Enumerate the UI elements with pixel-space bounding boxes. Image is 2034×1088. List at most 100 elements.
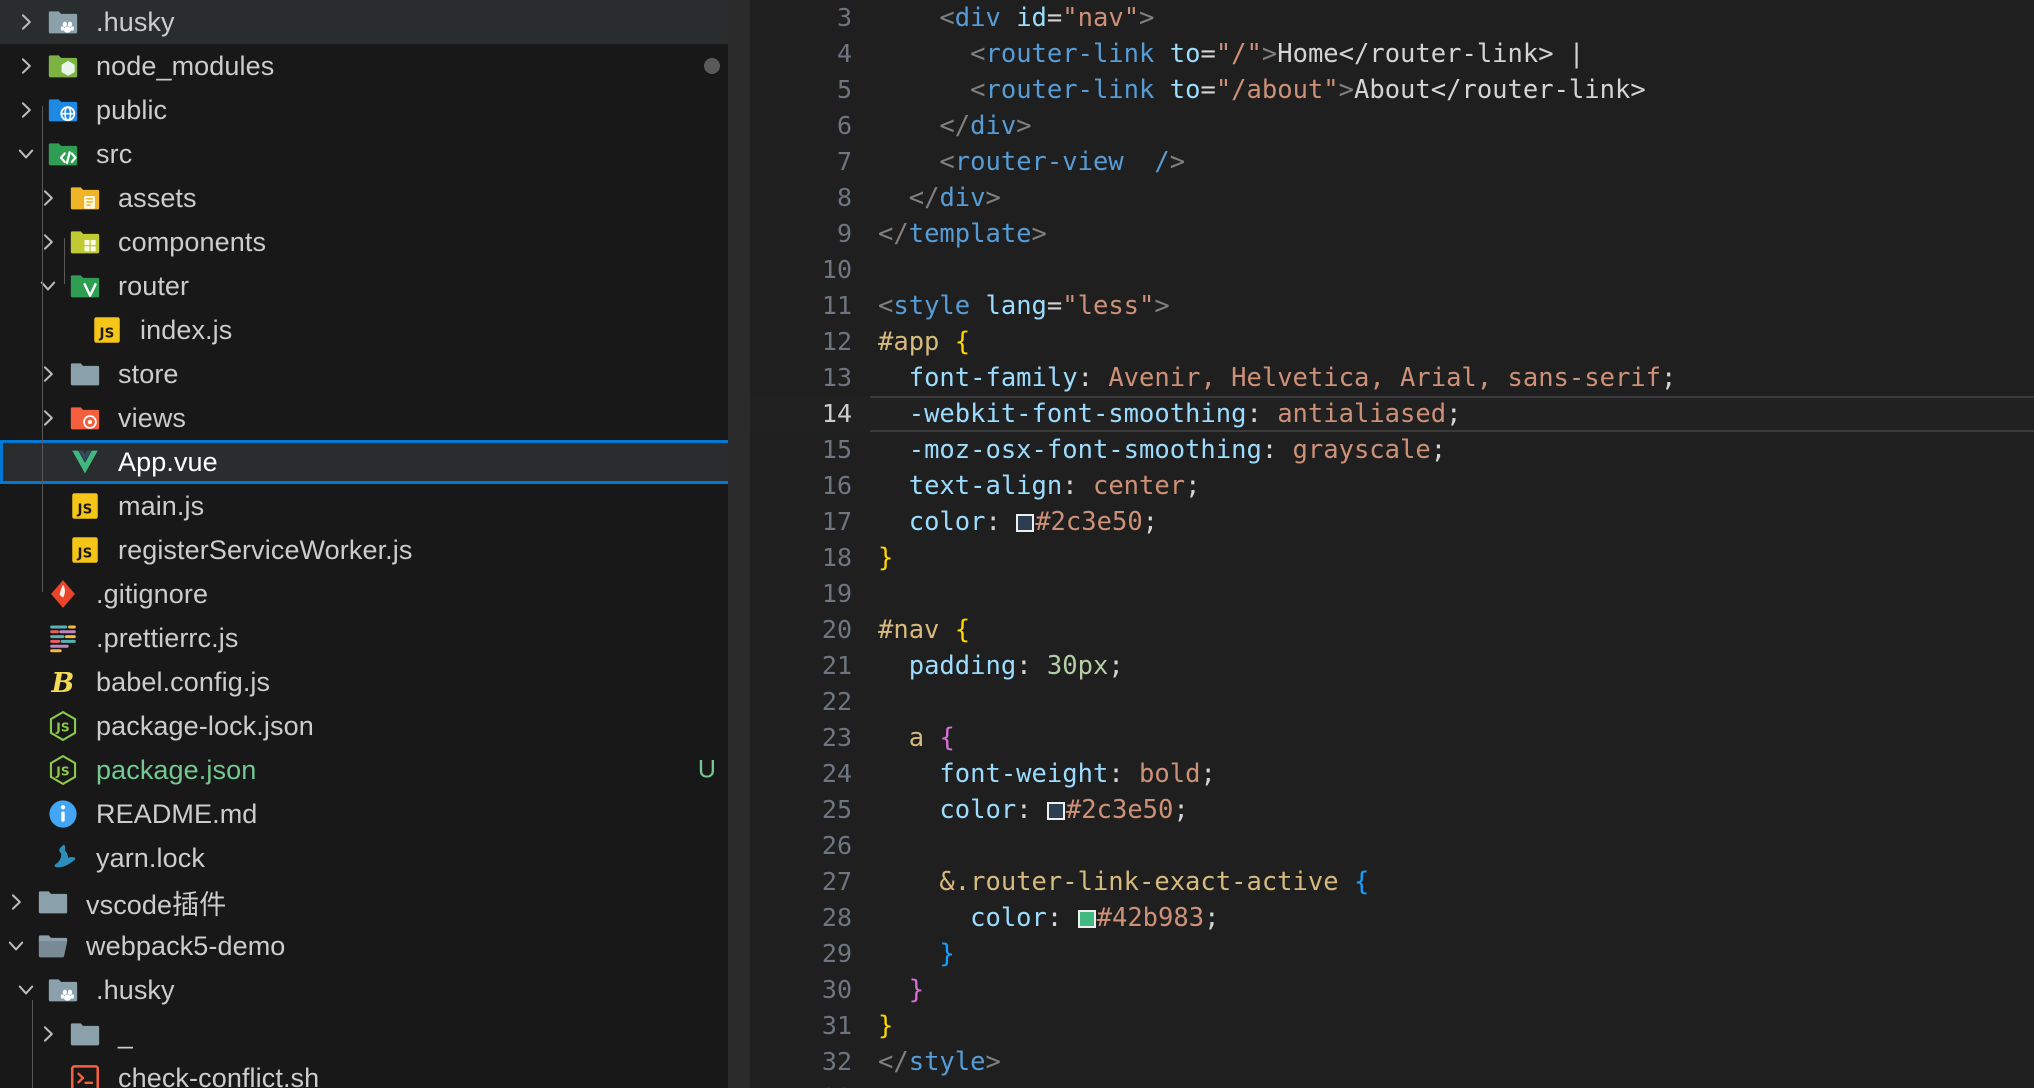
code-line[interactable]: 16 text-align: center; <box>750 468 2034 504</box>
chevron-right-icon[interactable] <box>32 363 64 385</box>
tree-item-index.js[interactable]: JS index.js <box>0 308 750 352</box>
code-line[interactable]: 6 </div> <box>750 108 2034 144</box>
tree-item-assets[interactable]: assets <box>0 176 750 220</box>
line-content-wrap[interactable]: color: #2c3e50; <box>870 504 2034 540</box>
code-line[interactable]: 10 <box>750 252 2034 288</box>
color-swatch[interactable] <box>1046 802 1065 820</box>
line-content-wrap[interactable] <box>870 252 2034 288</box>
code-line[interactable]: 4 <router-link to="/">Home</router-link>… <box>750 36 2034 72</box>
code-line[interactable]: 24 font-weight: bold; <box>750 756 2034 792</box>
code-line[interactable]: 22 <box>750 684 2034 720</box>
code-line[interactable]: 28 color: #42b983; <box>750 900 2034 936</box>
tree-item-.husky[interactable]: .husky <box>0 968 750 1012</box>
code-line[interactable]: 23 a { <box>750 720 2034 756</box>
tree-item-registerServiceWorker.js[interactable]: JS registerServiceWorker.js <box>0 528 750 572</box>
chevron-right-icon[interactable] <box>32 187 64 209</box>
line-content-wrap[interactable]: </template> <box>870 216 2034 252</box>
line-content-wrap[interactable]: <router-link to="/about">About</router-l… <box>870 72 2034 108</box>
tree-item-package.json[interactable]: JS package.json U <box>0 748 750 792</box>
line-content-wrap[interactable]: color: #42b983; <box>870 900 2034 936</box>
code-line[interactable]: 33 <box>750 1080 2034 1088</box>
line-content-wrap[interactable]: <router-link to="/">Home</router-link> | <box>870 36 2034 72</box>
code-line[interactable]: 12 #app { <box>750 324 2034 360</box>
tree-item-yarn.lock[interactable]: yarn.lock <box>0 836 750 880</box>
code-line[interactable]: 15 -moz-osx-font-smoothing: grayscale; <box>750 432 2034 468</box>
tree-item-_[interactable]: _ <box>0 1012 750 1056</box>
line-content-wrap[interactable]: } <box>870 540 2034 576</box>
line-content-wrap[interactable]: &.router-link-exact-active { <box>870 864 2034 900</box>
tree-item-.gitignore[interactable]: .gitignore <box>0 572 750 616</box>
code-line[interactable]: 11 <style lang="less"> <box>750 288 2034 324</box>
code-line[interactable]: 18} <box>750 540 2034 576</box>
code-line[interactable]: 8 </div> <box>750 180 2034 216</box>
tree-item-main.js[interactable]: JS main.js <box>0 484 750 528</box>
chevron-down-icon[interactable] <box>32 275 64 297</box>
chevron-down-icon[interactable] <box>10 143 42 165</box>
code-line[interactable]: 14 -webkit-font-smoothing: antialiased; <box>750 396 2034 432</box>
tree-item-webpack5-demo[interactable]: webpack5-demo <box>0 924 750 968</box>
tree-item-src[interactable]: src <box>0 132 750 176</box>
chevron-right-icon[interactable] <box>10 99 42 121</box>
code-line[interactable]: 26 <box>750 828 2034 864</box>
tree-item-vscode[interactable]: vscode插件 <box>0 880 750 924</box>
color-swatch[interactable] <box>1077 910 1096 928</box>
code-line[interactable]: 13 font-family: Avenir, Helvetica, Arial… <box>750 360 2034 396</box>
chevron-right-icon[interactable] <box>0 891 32 913</box>
code-line[interactable]: 19 <box>750 576 2034 612</box>
tree-item-README.md[interactable]: README.md <box>0 792 750 836</box>
code-line[interactable]: 29 } <box>750 936 2034 972</box>
chevron-down-icon[interactable] <box>10 979 42 1001</box>
line-content-wrap[interactable]: #nav { <box>870 612 2034 648</box>
code-editor[interactable]: 3 <div id="nav"> 4 <router-link to="/">Ho… <box>750 0 2034 1088</box>
tree-item-components[interactable]: components <box>0 220 750 264</box>
tree-item-views[interactable]: views <box>0 396 750 440</box>
line-content-wrap[interactable] <box>870 684 2034 720</box>
line-content-wrap[interactable]: font-family: Avenir, Helvetica, Arial, s… <box>870 360 2034 396</box>
code-line[interactable]: 25 color: #2c3e50; <box>750 792 2034 828</box>
sidebar-scrollbar[interactable] <box>728 0 750 1088</box>
line-content-wrap[interactable]: } <box>870 972 2034 1008</box>
tree-item-store[interactable]: store <box>0 352 750 396</box>
line-content-wrap[interactable]: -moz-osx-font-smoothing: grayscale; <box>870 432 2034 468</box>
tree-item-node_modules[interactable]: node_modules <box>0 44 750 88</box>
code-line[interactable]: 21 padding: 30px; <box>750 648 2034 684</box>
code-line[interactable]: 27 &.router-link-exact-active { <box>750 864 2034 900</box>
line-content-wrap[interactable] <box>870 1080 2034 1088</box>
file-explorer[interactable]: .husky node_modules public src assets compone… <box>0 0 750 1088</box>
tree-item-.prettierrc.js[interactable]: .prettierrc.js <box>0 616 750 660</box>
line-content-wrap[interactable]: } <box>870 936 2034 972</box>
code-line[interactable]: 31} <box>750 1008 2034 1044</box>
code-line[interactable]: 17 color: #2c3e50; <box>750 504 2034 540</box>
color-swatch[interactable] <box>1016 514 1035 532</box>
code-line[interactable]: 30 } <box>750 972 2034 1008</box>
line-content-wrap[interactable]: </div> <box>870 180 2034 216</box>
tree-item-package-lock.json[interactable]: JS package-lock.json <box>0 704 750 748</box>
line-content-wrap[interactable]: } <box>870 1008 2034 1044</box>
code-line[interactable]: 20 #nav { <box>750 612 2034 648</box>
tree-item-App.vue[interactable]: App.vue <box>0 440 750 484</box>
line-content-wrap[interactable]: <div id="nav"> <box>870 0 2034 36</box>
line-content-wrap[interactable]: a { <box>870 720 2034 756</box>
tree-item-check-conflict.sh[interactable]: check-conflict.sh <box>0 1056 750 1088</box>
line-content-wrap[interactable]: </div> <box>870 108 2034 144</box>
line-content-wrap[interactable]: #app { <box>870 324 2034 360</box>
code-line[interactable]: 3 <div id="nav"> <box>750 0 2034 36</box>
code-line[interactable]: 9 </template> <box>750 216 2034 252</box>
chevron-right-icon[interactable] <box>32 407 64 429</box>
line-content-wrap[interactable]: padding: 30px; <box>870 648 2034 684</box>
line-content-wrap[interactable]: </style> <box>870 1044 2034 1080</box>
tree-item-public[interactable]: public <box>0 88 750 132</box>
line-content-wrap[interactable]: color: #2c3e50; <box>870 792 2034 828</box>
line-content-wrap[interactable] <box>870 828 2034 864</box>
chevron-right-icon[interactable] <box>32 1023 64 1045</box>
line-content-wrap[interactable]: font-weight: bold; <box>870 756 2034 792</box>
code-lines-container[interactable]: 3 <div id="nav"> 4 <router-link to="/">Ho… <box>750 0 2034 1088</box>
line-content-wrap[interactable]: text-align: center; <box>870 468 2034 504</box>
code-line[interactable]: 32 </style> <box>750 1044 2034 1080</box>
line-content-wrap[interactable]: <style lang="less"> <box>870 288 2034 324</box>
line-content-wrap[interactable]: <router-view /> <box>870 144 2034 180</box>
code-line[interactable]: 5 <router-link to="/about">About</router… <box>750 72 2034 108</box>
tree-item-.husky[interactable]: .husky <box>0 0 750 44</box>
code-line[interactable]: 7 <router-view /> <box>750 144 2034 180</box>
chevron-right-icon[interactable] <box>10 55 42 77</box>
